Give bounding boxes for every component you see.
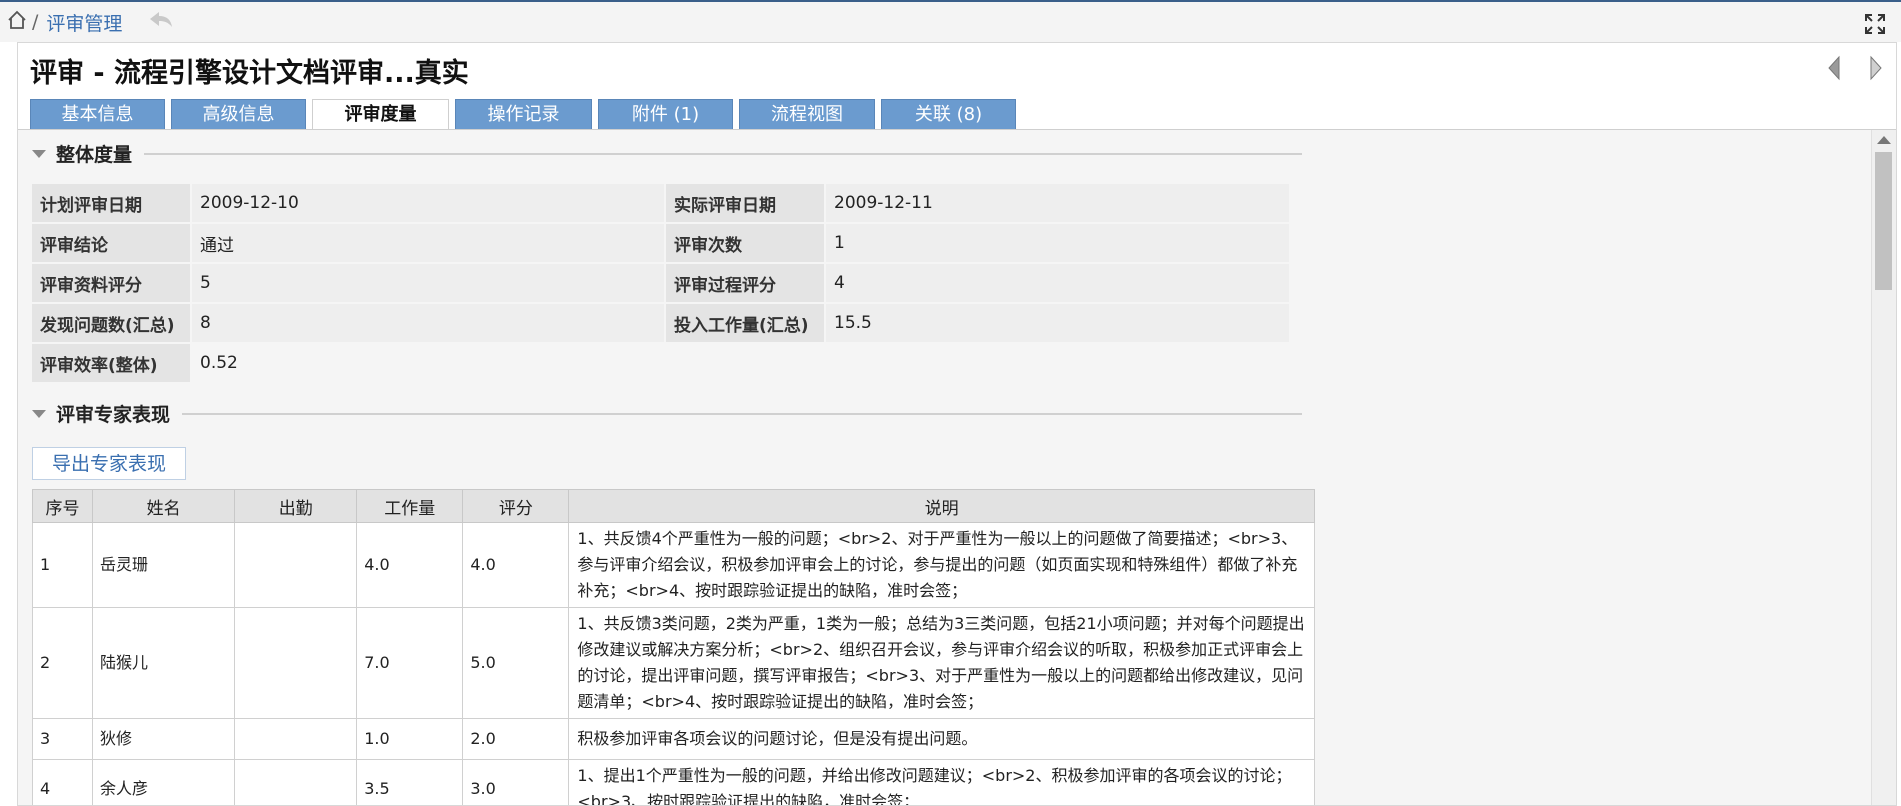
- section-title: 评审专家表现: [56, 404, 171, 426]
- table-header-row: 序号 姓名 出勤 工作量 评分 说明: [31, 489, 1315, 523]
- metric-value: 2009-12-10: [192, 184, 664, 222]
- cell-description: 1、共反馈3类问题，2类为严重，1类为一般；总结为3三类问题，包括21小项问题；…: [568, 607, 1315, 719]
- expert-performance-header[interactable]: 评审专家表现: [32, 400, 1302, 427]
- scroll-up-arrow-icon[interactable]: [1877, 136, 1891, 144]
- cell-attendance: [234, 522, 358, 608]
- metric-label: 评审结论: [32, 224, 190, 262]
- overall-metrics-table: 计划评审日期 2009-12-10 实际评审日期 2009-12-11 评审结论…: [30, 182, 1291, 384]
- review-panel: 评审 - 流程引擎设计文档评审...真实 基本信息 高级信息 评审度量 操作记录…: [17, 42, 1897, 806]
- metrics-content: 整体度量 计划评审日期 2009-12-10 实际评审日期 2009-12-11…: [18, 130, 1874, 805]
- cell-score: 5.0: [462, 607, 570, 719]
- breadcrumb-current[interactable]: 评审管理: [46, 9, 122, 36]
- top-bar: / 评审管理: [0, 0, 1901, 42]
- page-title: 评审 - 流程引擎设计文档评审...真实: [30, 58, 469, 89]
- metric-row: 评审结论 通过 评审次数 1: [32, 224, 1289, 262]
- metric-value: 通过: [192, 224, 664, 262]
- metric-value: 15.5: [826, 304, 1289, 342]
- metric-row: 评审资料评分 5 评审过程评分 4: [32, 264, 1289, 302]
- column-header[interactable]: 序号: [31, 489, 94, 523]
- cell-description: 1、提出1个严重性为一般的问题，并给出修改问题建议；<br>2、积极参加评审的各…: [568, 759, 1315, 805]
- cell-description: 积极参加评审各项会议的问题讨论，但是没有提出问题。: [568, 718, 1315, 760]
- metric-value: 8: [192, 304, 664, 342]
- metric-label: 投入工作量(汇总): [666, 304, 824, 342]
- record-navigation: [1826, 55, 1884, 85]
- cell-score: 3.0: [462, 759, 570, 805]
- tab-basic-info[interactable]: 基本信息: [30, 99, 165, 129]
- next-record-icon[interactable]: [1868, 55, 1884, 85]
- cell-attendance: [234, 718, 358, 760]
- vertical-scrollbar[interactable]: [1871, 130, 1896, 805]
- collapse-triangle-icon[interactable]: [32, 149, 46, 158]
- cell-score: 2.0: [462, 718, 570, 760]
- cell-workload: 4.0: [356, 522, 464, 608]
- breadcrumb-separator: /: [32, 11, 39, 33]
- metric-row: 计划评审日期 2009-12-10 实际评审日期 2009-12-11: [32, 184, 1289, 222]
- metric-label: 评审次数: [666, 224, 824, 262]
- metric-value: 4: [826, 264, 1289, 302]
- column-header[interactable]: 说明: [568, 489, 1315, 523]
- collapse-triangle-icon[interactable]: [32, 409, 46, 418]
- tab-relations[interactable]: 关联 (8): [881, 99, 1016, 129]
- metric-row: 发现问题数(汇总) 8 投入工作量(汇总) 15.5: [32, 304, 1289, 342]
- metric-label: 计划评审日期: [32, 184, 190, 222]
- section-divider: [182, 412, 1302, 415]
- column-header[interactable]: 评分: [462, 489, 570, 523]
- table-row[interactable]: 3 狄修 1.0 2.0 积极参加评审各项会议的问题讨论，但是没有提出问题。: [31, 718, 1315, 760]
- section-title: 整体度量: [56, 144, 133, 166]
- metric-value: 5: [192, 264, 664, 302]
- cell-description: 1、共反馈4个严重性为一般的问题；<br>2、对于严重性为一般以上的问题做了简要…: [568, 522, 1315, 608]
- empty-cell: [826, 344, 1289, 382]
- metric-label: 实际评审日期: [666, 184, 824, 222]
- fullscreen-icon[interactable]: [1863, 12, 1887, 40]
- tab-bar: 基本信息 高级信息 评审度量 操作记录 附件 (1) 流程视图 关联 (8): [30, 99, 1016, 131]
- tab-operation-log[interactable]: 操作记录: [455, 99, 592, 129]
- back-arrow-icon[interactable]: [148, 9, 174, 36]
- metric-label: 评审过程评分: [666, 264, 824, 302]
- cell-attendance: [234, 759, 358, 805]
- metric-label: 发现问题数(汇总): [32, 304, 190, 342]
- cell-score: 4.0: [462, 522, 570, 608]
- export-experts-button[interactable]: 导出专家表现: [32, 447, 186, 480]
- breadcrumb: / 评审管理: [6, 9, 174, 36]
- cell-attendance: [234, 607, 358, 719]
- section-divider: [144, 152, 1302, 155]
- metric-value: 1: [826, 224, 1289, 262]
- tab-advanced-info[interactable]: 高级信息: [171, 99, 306, 129]
- cell-no: 3: [31, 718, 94, 760]
- tab-attachments[interactable]: 附件 (1): [598, 99, 733, 129]
- tab-review-metrics[interactable]: 评审度量: [312, 99, 449, 131]
- cell-no: 4: [31, 759, 94, 805]
- column-header[interactable]: 工作量: [356, 489, 464, 523]
- column-header[interactable]: 出勤: [234, 489, 358, 523]
- cell-name: 陆猴儿: [92, 607, 236, 719]
- metric-label: 评审效率(整体): [32, 344, 190, 382]
- cell-no: 2: [31, 607, 94, 719]
- metric-value: 0.52: [200, 353, 238, 373]
- metric-label: 评审资料评分: [32, 264, 190, 302]
- empty-cell: [666, 344, 824, 382]
- table-row[interactable]: 2 陆猴儿 7.0 5.0 1、共反馈3类问题，2类为严重，1类为一般；总结为3…: [31, 607, 1315, 719]
- scroll-thumb[interactable]: [1875, 152, 1892, 290]
- metric-row: 评审效率(整体) 0.52: [32, 344, 1289, 382]
- cell-workload: 3.5: [356, 759, 464, 805]
- table-row[interactable]: 1 岳灵珊 4.0 4.0 1、共反馈4个严重性为一般的问题；<br>2、对于严…: [31, 522, 1315, 608]
- home-icon[interactable]: [6, 9, 28, 36]
- cell-workload: 1.0: [356, 718, 464, 760]
- tab-flow-view[interactable]: 流程视图: [739, 99, 875, 129]
- panel-header: 评审 - 流程引擎设计文档评审...真实 基本信息 高级信息 评审度量 操作记录…: [18, 43, 1896, 131]
- overall-metrics-header[interactable]: 整体度量: [32, 140, 1302, 167]
- column-header[interactable]: 姓名: [92, 489, 236, 523]
- cell-name: 岳灵珊: [92, 522, 236, 608]
- cell-name: 余人彦: [92, 759, 236, 805]
- metric-value: 2009-12-11: [826, 184, 1289, 222]
- expert-table: 序号 姓名 出勤 工作量 评分 说明 1 岳灵珊 4.0 4.0 1、共反馈4个…: [31, 489, 1315, 805]
- table-row[interactable]: 4 余人彦 3.5 3.0 1、提出1个严重性为一般的问题，并给出修改问题建议；…: [31, 759, 1315, 805]
- prev-record-icon[interactable]: [1826, 55, 1842, 85]
- cell-no: 1: [31, 522, 94, 608]
- cell-name: 狄修: [92, 718, 236, 760]
- cell-workload: 7.0: [356, 607, 464, 719]
